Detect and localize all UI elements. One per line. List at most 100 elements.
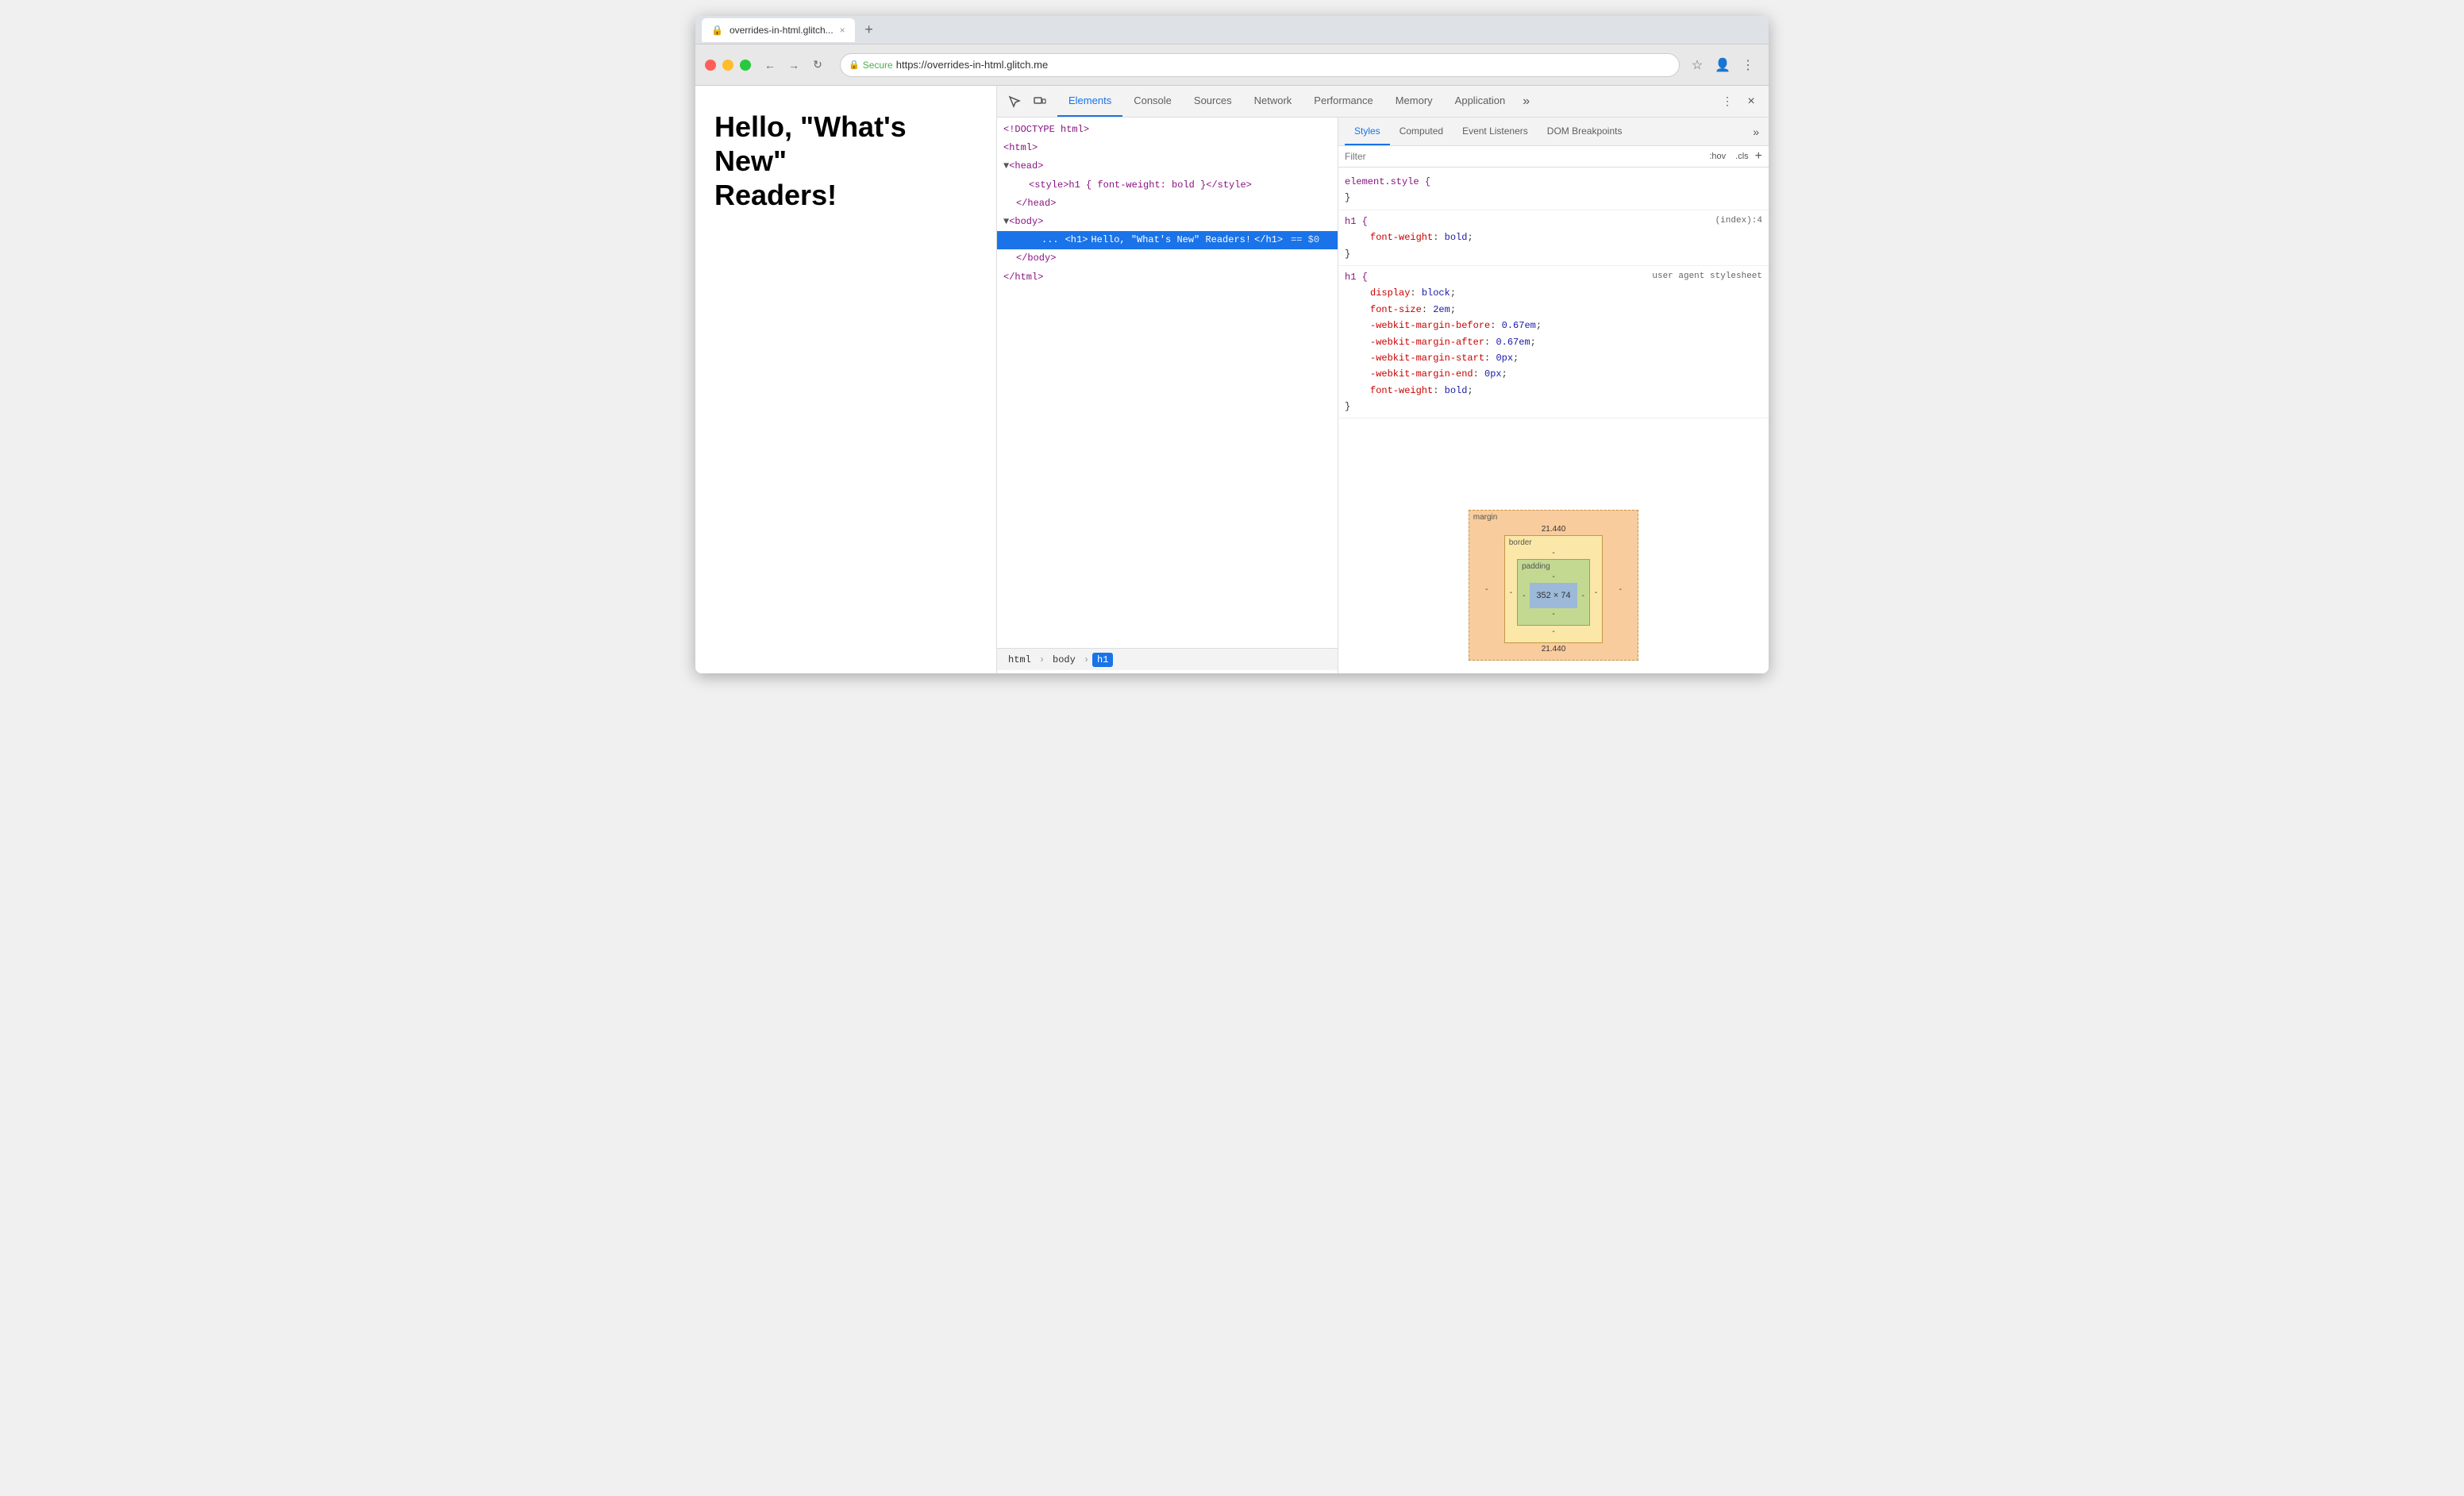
- dom-line[interactable]: </html>: [997, 268, 1338, 287]
- doctype-tag: <!DOCTYPE html>: [1003, 124, 1089, 135]
- tab-computed[interactable]: Computed: [1390, 118, 1453, 145]
- new-tab-button[interactable]: +: [858, 19, 880, 41]
- navigation-bar: ← → ↻ 🔒 Secure https://overrides-in-html…: [695, 44, 1769, 86]
- dom-line[interactable]: <html>: [997, 139, 1338, 157]
- css-prop: font-weight: bold;: [1345, 229, 1473, 245]
- forward-button[interactable]: →: [784, 56, 803, 75]
- dom-equals: == $0: [1291, 233, 1319, 248]
- css-rules: element.style { } h1 { (index):4: [1338, 168, 1769, 497]
- tab-dom-breakpoints[interactable]: DOM Breakpoints: [1538, 118, 1632, 145]
- css-agent-origin: user agent stylesheet: [1652, 269, 1762, 284]
- tab-console[interactable]: Console: [1122, 86, 1183, 117]
- devtools-more-icon[interactable]: ⋮: [1716, 91, 1738, 113]
- css-property-line: display: block;: [1345, 285, 1762, 301]
- body-tag: <body>: [1009, 216, 1043, 227]
- breadcrumb-h1[interactable]: h1: [1092, 653, 1113, 667]
- devtools-tab-more[interactable]: »: [1516, 86, 1536, 117]
- devtools-main: <!DOCTYPE html> <html> ▼<head> <style>h1…: [997, 118, 1769, 673]
- tab-application[interactable]: Application: [1444, 86, 1517, 117]
- css-property-line: font-size: 2em;: [1345, 302, 1762, 318]
- traffic-lights: [705, 60, 751, 71]
- border-bottom-value: -: [1505, 626, 1603, 642]
- border-left-value: -: [1505, 559, 1517, 626]
- padding-left-value: -: [1518, 583, 1530, 608]
- css-closing-line: }: [1345, 399, 1762, 414]
- styles-sub-tabs: Styles Computed Event Listeners DOM Brea…: [1338, 118, 1769, 146]
- html-open-tag: <html>: [1003, 142, 1038, 153]
- filter-cls-button[interactable]: .cls: [1732, 150, 1752, 163]
- dom-line[interactable]: </body>: [997, 249, 1338, 268]
- tab-styles[interactable]: Styles: [1345, 118, 1390, 145]
- css-property-line: -webkit-margin-start: 0px;: [1345, 350, 1762, 366]
- devtools-toolbar: Elements Console Sources Network Perform…: [997, 86, 1769, 118]
- add-style-rule-button[interactable]: +: [1755, 149, 1762, 164]
- breadcrumb-body[interactable]: body: [1048, 653, 1080, 667]
- menu-icon[interactable]: ⋮: [1737, 54, 1759, 76]
- head-tag: <head>: [1009, 160, 1043, 172]
- dom-line[interactable]: <style>h1 { font-weight: bold }</style>: [997, 176, 1338, 195]
- page-heading-line2: Readers!: [714, 179, 837, 211]
- tab-elements[interactable]: Elements: [1057, 86, 1122, 117]
- nav-buttons: ← → ↻: [760, 56, 827, 75]
- breadcrumb-separator: ›: [1039, 654, 1045, 665]
- css-property-line: -webkit-margin-before: 0.67em;: [1345, 318, 1762, 334]
- body-close-tag: </body>: [1016, 253, 1056, 264]
- tab-favicon: 🔒: [711, 25, 723, 36]
- css-prop: font-size: 2em;: [1345, 302, 1456, 318]
- css-closing-line: }: [1345, 246, 1762, 262]
- element-style-rule: element.style { }: [1338, 171, 1769, 210]
- device-toggle-icon[interactable]: [1029, 91, 1051, 113]
- h1-open-tag: <h1>: [1065, 233, 1088, 248]
- style-open-tag: <style>: [1029, 179, 1068, 191]
- styles-tab-more[interactable]: »: [1750, 118, 1762, 145]
- breadcrumb-html[interactable]: html: [1003, 653, 1036, 667]
- browser-window: 🔒 overrides-in-html.glitch... × + ← → ↻ …: [695, 16, 1769, 673]
- browser-content: Hello, "What's New" Readers!: [695, 86, 1769, 673]
- css-prop: -webkit-margin-end: 0px;: [1345, 366, 1507, 382]
- h1-content: Hello, "What's New" Readers!: [1091, 233, 1251, 248]
- css-closing-line: }: [1345, 190, 1762, 206]
- browser-tab[interactable]: 🔒 overrides-in-html.glitch... ×: [702, 18, 855, 42]
- styles-filter-input[interactable]: [1345, 151, 1703, 162]
- css-property-line: -webkit-margin-after: 0.67em;: [1345, 334, 1762, 350]
- dom-panel: <!DOCTYPE html> <html> ▼<head> <style>h1…: [997, 118, 1338, 673]
- page-heading-line1: Hello, "What's New": [714, 110, 907, 177]
- url-display[interactable]: https://overrides-in-html.glitch.me: [896, 59, 1671, 71]
- css-brace: }: [1345, 401, 1350, 412]
- tab-performance[interactable]: Performance: [1303, 86, 1384, 117]
- filter-hov-button[interactable]: :hov: [1706, 150, 1729, 163]
- tab-event-listeners[interactable]: Event Listeners: [1453, 118, 1538, 145]
- h1-agent-rule: h1 { user agent stylesheet display: bloc…: [1338, 266, 1769, 419]
- address-bar[interactable]: 🔒 Secure https://overrides-in-html.glitc…: [840, 53, 1680, 77]
- css-origin[interactable]: (index):4: [1715, 214, 1762, 229]
- bookmark-icon[interactable]: ☆: [1686, 54, 1708, 76]
- h1-agent-selector: h1 {: [1345, 272, 1368, 283]
- devtools-panel: Elements Console Sources Network Perform…: [997, 86, 1769, 673]
- tab-close-icon[interactable]: ×: [840, 25, 845, 36]
- refresh-button[interactable]: ↻: [808, 56, 827, 75]
- tab-title: overrides-in-html.glitch...: [730, 25, 834, 36]
- dom-selected-line[interactable]: ... <h1>Hello, "What's New" Readers!</h1…: [997, 231, 1338, 249]
- css-prop: -webkit-margin-start: 0px;: [1345, 350, 1519, 366]
- h1-selector: h1 {: [1345, 216, 1368, 227]
- dom-line[interactable]: ▼<body>: [997, 213, 1338, 231]
- css-prop-value: bold: [1445, 232, 1468, 243]
- close-button[interactable]: [705, 60, 716, 71]
- back-button[interactable]: ←: [760, 56, 780, 75]
- page-heading: Hello, "What's New" Readers!: [714, 110, 977, 213]
- inspect-element-icon[interactable]: [1003, 91, 1026, 113]
- dom-line[interactable]: ▼<head>: [997, 157, 1338, 175]
- tab-memory[interactable]: Memory: [1384, 86, 1444, 117]
- maximize-button[interactable]: [740, 60, 751, 71]
- dom-line[interactable]: </head>: [997, 195, 1338, 213]
- tab-sources[interactable]: Sources: [1183, 86, 1243, 117]
- devtools-close-icon[interactable]: ×: [1740, 91, 1762, 113]
- user-icon[interactable]: 👤: [1711, 54, 1734, 76]
- padding-middle-row: - 352 × 74 -: [1518, 583, 1589, 608]
- box-margin: margin 21.440 - border - -: [1469, 510, 1639, 661]
- minimize-button[interactable]: [722, 60, 733, 71]
- html-close-tag: </html>: [1003, 272, 1043, 283]
- border-label: border: [1509, 538, 1532, 547]
- tab-network[interactable]: Network: [1243, 86, 1303, 117]
- styles-filter-bar: :hov .cls +: [1338, 146, 1769, 168]
